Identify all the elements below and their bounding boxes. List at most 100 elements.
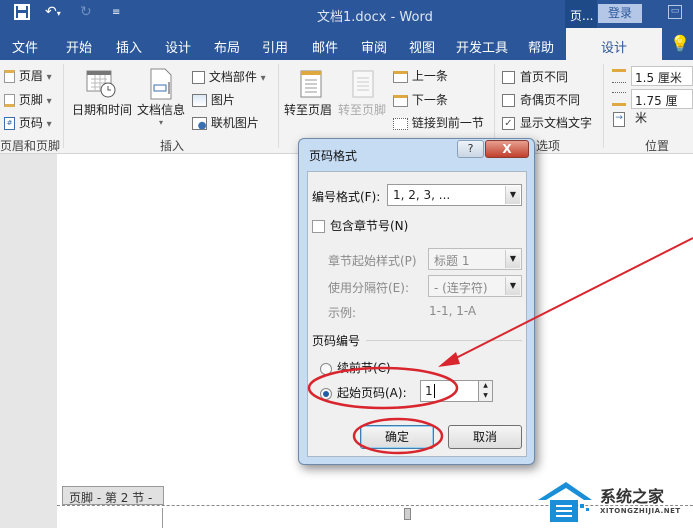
tell-me-lightbulb-icon[interactable]: 💡 <box>670 34 690 53</box>
tab-layout[interactable]: 布局 <box>214 37 240 56</box>
include-chapter-number-checkbox[interactable]: 包含章节号(N) <box>312 217 408 234</box>
start-at-label: 起始页码(A): <box>337 386 407 400</box>
picture-icon <box>192 94 207 107</box>
go-to-footer-button[interactable]: 转至页脚 <box>338 101 386 118</box>
number-format-select[interactable]: 1, 2, 3, ... ▼ <box>387 184 522 206</box>
different-first-page-checkbox[interactable]: 首页不同 <box>502 68 568 85</box>
group-separator <box>63 64 64 148</box>
link-to-previous-button[interactable]: 链接到前一节 <box>393 114 484 131</box>
online-picture-icon <box>192 117 207 130</box>
checkmark-icon: ✓ <box>502 117 515 130</box>
dialog-body: 编号格式(F): 1, 2, 3, ... ▼ 包含章节号(N) 章节起始样式(… <box>307 171 527 457</box>
section-divider <box>366 340 522 341</box>
ok-button[interactable]: 确定 <box>360 425 434 449</box>
page-number-label: 页码 <box>18 116 43 130</box>
document-info-button[interactable]: 文档信息 <box>137 101 185 118</box>
start-at-value: 1 <box>425 384 433 398</box>
dialog-title: 页码格式 <box>309 149 358 163</box>
chapter-style-select[interactable]: 标题 1 ▼ <box>428 248 522 270</box>
date-time-button[interactable]: 日期和时间 <box>72 101 132 118</box>
header-position-icon <box>612 69 626 83</box>
chevron-down-icon: ▼ <box>505 277 520 295</box>
cancel-button[interactable]: 取消 <box>448 425 522 449</box>
tab-header-footer-design[interactable]: 设计 <box>566 28 662 60</box>
insert-alignment-tab-icon[interactable]: → <box>613 112 625 127</box>
page-margin-marker <box>145 508 163 528</box>
next-button[interactable]: 下一条 <box>393 91 448 108</box>
go-to-header-button[interactable]: 转至页眉 <box>284 101 332 118</box>
tab-home[interactable]: 开始 <box>66 37 92 56</box>
tab-file[interactable]: 文件 <box>12 37 38 56</box>
go-to-header-icon <box>300 70 322 101</box>
example-value: 1-1, 1-A <box>429 304 477 318</box>
show-document-text-label: 显示文档文字 <box>520 116 593 130</box>
tab-review[interactable]: 审阅 <box>361 37 387 56</box>
page-number-field[interactable] <box>404 508 411 520</box>
chapter-style-value: 标题 1 <box>434 254 470 268</box>
redo-icon[interactable]: ↻ <box>80 4 92 20</box>
ribbon-display-options-icon[interactable]: ▭ <box>668 5 682 19</box>
watermark-logo-icon <box>534 478 598 527</box>
online-picture-button[interactable]: 联机图片 <box>192 114 259 131</box>
save-icon[interactable] <box>14 4 30 24</box>
go-to-footer-icon <box>352 70 374 101</box>
continue-from-previous-label: 续前节(C) <box>337 361 391 375</box>
show-document-text-checkbox[interactable]: ✓ 显示文档文字 <box>502 114 592 131</box>
header-from-top-input[interactable]: 1.5 厘米 <box>631 66 693 86</box>
document-parts-icon <box>192 71 205 84</box>
login-button[interactable]: 登录 <box>598 4 642 23</box>
number-format-value: 1, 2, 3, ... <box>393 188 451 202</box>
checkbox-icon <box>312 220 325 233</box>
document-info-dropdown-icon[interactable]: ▾ <box>159 118 163 127</box>
chevron-down-icon: ▼ <box>505 186 520 204</box>
context-tab-label: 页... <box>565 0 597 28</box>
tab-insert[interactable]: 插入 <box>116 37 142 56</box>
undo-icon[interactable]: ↶▾ <box>45 4 61 20</box>
header-button[interactable]: 页眉 ▾ <box>4 67 52 84</box>
customize-qat-icon[interactable]: ≡ <box>112 7 120 18</box>
page-number-format-dialog: 页码格式 ? X 编号格式(F): 1, 2, 3, ... ▼ 包含章节号(N… <box>298 138 535 465</box>
previous-button[interactable]: 上一条 <box>393 67 448 84</box>
group-label-position: 位置 <box>645 139 670 153</box>
continue-from-previous-radio[interactable]: 续前节(C) <box>320 359 391 376</box>
chapter-style-label: 章节起始样式(P) <box>328 254 417 268</box>
tab-mailings[interactable]: 邮件 <box>312 37 338 56</box>
footer-section-tag: 页脚 - 第 2 节 - <box>62 486 164 505</box>
previous-section-icon <box>393 70 408 83</box>
checkbox-icon <box>502 71 515 84</box>
document-parts-button[interactable]: 文档部件 ▾ <box>192 68 266 85</box>
picture-label: 图片 <box>210 93 235 107</box>
group-label-insert: 插入 <box>160 139 185 153</box>
group-separator <box>603 64 604 148</box>
tab-developer[interactable]: 开发工具 <box>456 37 508 56</box>
different-odd-even-checkbox[interactable]: 奇偶页不同 <box>502 91 580 108</box>
start-at-spinner[interactable]: ▲ ▼ <box>478 380 493 402</box>
calendar-clock-icon <box>86 70 116 101</box>
help-button[interactable]: ? <box>457 140 484 158</box>
tab-view[interactable]: 视图 <box>409 37 435 56</box>
example-label: 示例: <box>328 306 357 320</box>
start-at-radio[interactable]: 起始页码(A): <box>320 384 407 401</box>
separator-select[interactable]: - (连字符) ▼ <box>428 275 522 297</box>
page-number-button[interactable]: # 页码 ▾ <box>4 114 52 131</box>
previous-label: 上一条 <box>411 69 448 83</box>
page-numbering-label: 页码编号 <box>312 334 361 348</box>
header-label: 页眉 <box>18 69 43 83</box>
footer-icon <box>4 94 15 107</box>
document-parts-label: 文档部件 <box>208 70 257 84</box>
group-separator <box>278 64 279 148</box>
picture-button[interactable]: 图片 <box>192 91 235 108</box>
footer-label: 页脚 <box>18 93 43 107</box>
group-label-header-footer: 页眉和页脚 <box>0 139 61 153</box>
header-icon <box>4 70 15 83</box>
include-chapter-number-label: 包含章节号(N) <box>330 219 409 233</box>
tab-help[interactable]: 帮助 <box>528 37 554 56</box>
online-picture-label: 联机图片 <box>210 116 259 130</box>
tab-design[interactable]: 设计 <box>165 37 191 56</box>
footer-button[interactable]: 页脚 ▾ <box>4 91 52 108</box>
footer-from-bottom-input[interactable]: 1.75 厘米 <box>631 89 693 125</box>
title-bar: ↶▾ ↻ ≡ 文档1.docx - Word 页... 登录 ▭ <box>0 0 693 28</box>
start-at-input[interactable]: 1 <box>420 380 485 402</box>
close-button[interactable]: X <box>485 140 529 158</box>
tab-references[interactable]: 引用 <box>262 37 288 56</box>
